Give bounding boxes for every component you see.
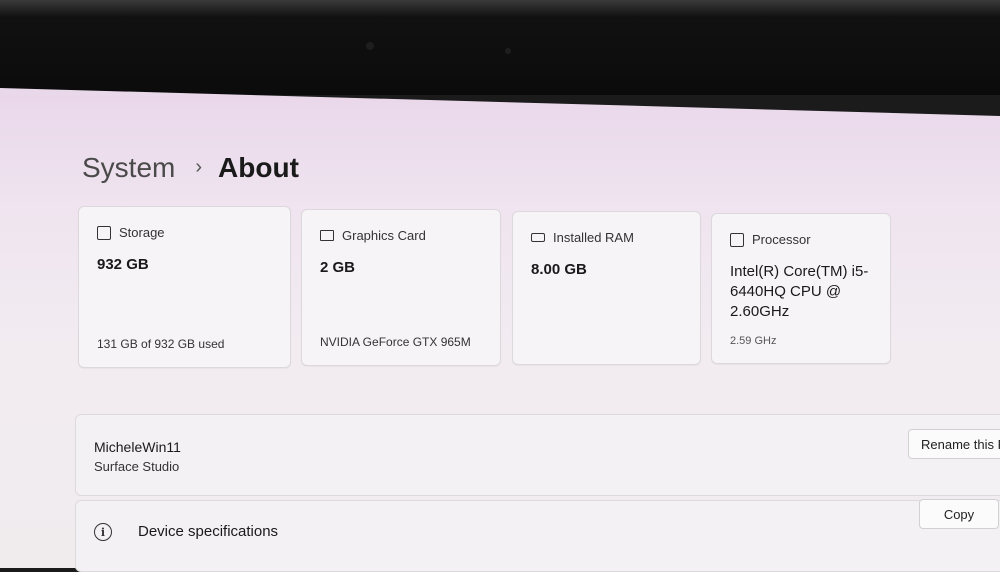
processor-value: Intel(R) Core(TM) i5-6440HQ CPU @ 2.60GH…: [730, 263, 869, 320]
camera-icon: [366, 42, 374, 50]
page-title: About: [218, 152, 299, 183]
storage-label: Storage: [119, 225, 165, 240]
device-specifications-label: Device specifications: [138, 523, 279, 540]
storage-usage: 131 GB of 932 GB used: [97, 337, 225, 351]
info-icon: i: [94, 523, 112, 541]
graphics-card-value: 2 GB: [320, 259, 356, 276]
copy-button[interactable]: Copy: [919, 499, 999, 529]
pc-model: Surface Studio: [94, 459, 180, 474]
device-specifications-row[interactable]: i Device specifications Copy: [75, 499, 1000, 572]
installed-ram-value: 8.00 GB: [531, 261, 587, 278]
graphics-card-label: Graphics Card: [342, 228, 426, 243]
device-name-row: MicheleWin11 Surface Studio Rename this …: [75, 414, 1000, 496]
processor-label: Processor: [752, 232, 811, 247]
graphics-card-icon: [320, 230, 334, 241]
storage-icon: [97, 225, 111, 240]
rename-pc-button[interactable]: Rename this PC: [908, 429, 1000, 459]
processor-speed: 2.59 GHz: [730, 335, 777, 347]
monitor-bezel: [0, 0, 1000, 95]
graphics-card-model: NVIDIA GeForce GTX 965M: [320, 335, 471, 349]
breadcrumb-system[interactable]: System: [82, 152, 175, 184]
sensor-icon: [505, 48, 511, 54]
chevron-right-icon: ›: [195, 156, 203, 178]
processor-card: Processor Intel(R) Core(TM) i5-6440HQ CP…: [711, 213, 891, 364]
ram-icon: [531, 233, 545, 242]
storage-value: 932 GB: [97, 256, 149, 273]
storage-card: Storage 932 GB 131 GB of 932 GB used: [78, 206, 291, 368]
installed-ram-card: Installed RAM 8.00 GB: [512, 211, 701, 365]
breadcrumb: System › About: [82, 152, 299, 184]
pc-name: MicheleWin11: [94, 439, 181, 455]
installed-ram-label: Installed RAM: [553, 230, 634, 245]
processor-icon: [730, 232, 744, 247]
graphics-card-card: Graphics Card 2 GB NVIDIA GeForce GTX 96…: [301, 209, 501, 366]
